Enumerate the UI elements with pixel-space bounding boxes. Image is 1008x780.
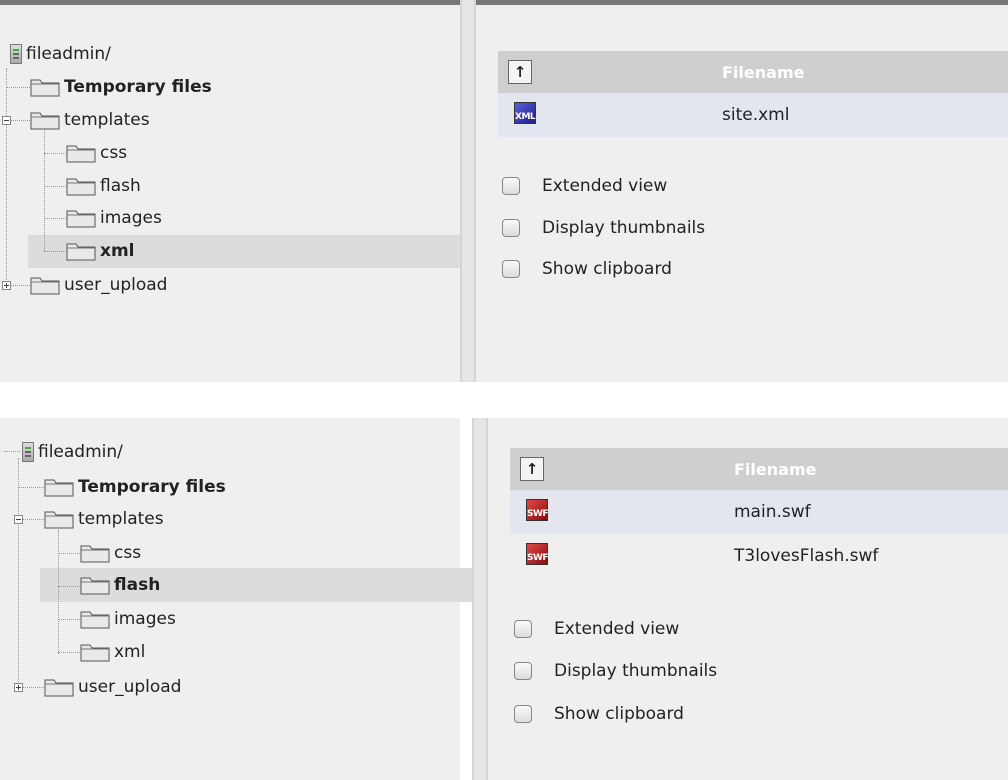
top-border (0, 0, 460, 5)
checkbox[interactable] (502, 177, 520, 195)
folder-icon (30, 77, 60, 97)
folder-icon (44, 509, 74, 529)
splitter[interactable] (472, 418, 488, 780)
tree-item-images[interactable]: images (66, 202, 162, 234)
option-show-clipboard[interactable]: Show clipboard (514, 699, 684, 729)
collapse-toggle[interactable] (2, 116, 11, 125)
collapse-toggle[interactable] (14, 515, 23, 524)
folder-up-icon[interactable]: ↑ (520, 457, 544, 481)
tree-item-xml[interactable]: xml (80, 636, 145, 668)
folder-tree-panel: fileadmin/ Temporary files templates css… (0, 0, 460, 382)
option-extended-view[interactable]: Extended view (514, 614, 679, 644)
expand-toggle[interactable] (2, 281, 11, 290)
folder-icon (66, 241, 96, 261)
tree-root[interactable]: fileadmin/ (22, 436, 123, 468)
folder-icon (80, 642, 110, 662)
checkbox[interactable] (502, 260, 520, 278)
file-table: ↑ Filename XML site.xml (498, 51, 1008, 137)
checkbox[interactable] (514, 662, 532, 680)
tree-item-css[interactable]: css (66, 137, 127, 169)
folder-icon (30, 110, 60, 130)
option-display-thumbnails[interactable]: Display thumbnails (502, 213, 705, 243)
column-header-filename[interactable]: Filename (722, 51, 1008, 93)
file-list-panel: ↑ Filename XML site.xml Extended view Di… (476, 0, 1008, 382)
table-row[interactable]: SWF main.swf (510, 490, 1008, 534)
tree-item-flash[interactable]: flash (66, 170, 141, 202)
tree-item-temporary-files[interactable]: Temporary files (30, 71, 212, 103)
tree-item-images[interactable]: images (80, 603, 176, 635)
tree-item-css[interactable]: css (80, 537, 141, 569)
column-header-filename[interactable]: Filename (734, 448, 1008, 490)
column-header-up: ↑ (498, 51, 722, 93)
folder-tree-panel: fileadmin/ Temporary files templates css… (0, 418, 472, 780)
file-table: ↑ Filename SWF main.swf SWF T3lovesFlash… (510, 448, 1008, 578)
folder-icon (44, 477, 74, 497)
file-name[interactable]: T3lovesFlash.swf (734, 534, 1008, 578)
file-list-panel: ↑ Filename SWF main.swf SWF T3lovesFlash… (488, 418, 1008, 780)
xml-file-icon: XML (514, 101, 536, 124)
tree-item-temporary-files[interactable]: Temporary files (44, 471, 226, 503)
folder-icon (30, 275, 60, 295)
tree-item-user-upload[interactable]: user_upload (30, 269, 167, 301)
splitter[interactable] (460, 0, 476, 382)
tree-item-templates[interactable]: templates (44, 503, 164, 535)
tree-item-templates[interactable]: templates (30, 104, 150, 136)
folder-icon (44, 677, 74, 697)
tree-item-flash[interactable]: flash (80, 569, 160, 601)
folder-icon (66, 208, 96, 228)
checkbox[interactable] (514, 620, 532, 638)
file-name[interactable]: site.xml (722, 93, 1008, 137)
swf-file-icon: SWF (526, 542, 549, 565)
column-header-up: ↑ (510, 448, 734, 490)
folder-icon (80, 543, 110, 563)
tree-root[interactable]: fileadmin/ (10, 38, 111, 70)
folder-icon (80, 609, 110, 629)
expand-toggle[interactable] (14, 683, 23, 692)
tree-item-xml[interactable]: xml (66, 235, 135, 267)
folder-icon (80, 575, 110, 595)
tree-item-user-upload[interactable]: user_upload (44, 671, 181, 703)
checkbox[interactable] (502, 219, 520, 237)
server-icon (10, 44, 22, 64)
table-row[interactable]: XML site.xml (498, 93, 1008, 137)
top-border (476, 0, 1008, 5)
folder-up-icon[interactable]: ↑ (508, 60, 532, 84)
option-show-clipboard[interactable]: Show clipboard (502, 254, 672, 284)
folder-icon (66, 176, 96, 196)
swf-file-icon: SWF (526, 498, 549, 521)
option-extended-view[interactable]: Extended view (502, 171, 667, 201)
checkbox[interactable] (514, 705, 532, 723)
folder-icon (66, 143, 96, 163)
file-name[interactable]: main.swf (734, 490, 1008, 534)
table-row[interactable]: SWF T3lovesFlash.swf (510, 534, 1008, 578)
server-icon (22, 442, 34, 462)
option-display-thumbnails[interactable]: Display thumbnails (514, 656, 717, 686)
